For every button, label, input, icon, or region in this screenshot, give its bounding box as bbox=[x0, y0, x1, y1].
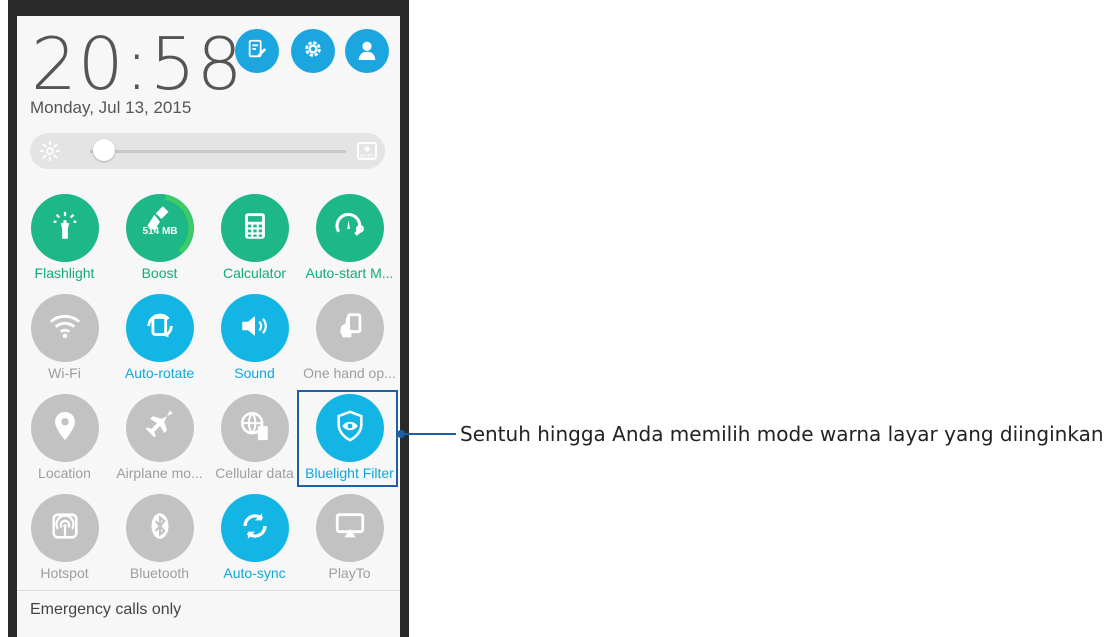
autosync-label: Auto-sync bbox=[223, 565, 286, 581]
tile-calculator[interactable]: Calculator bbox=[207, 194, 302, 294]
location-label: Location bbox=[38, 465, 91, 481]
tile-hotspot[interactable]: Hotspot bbox=[17, 494, 112, 594]
user-avatar-icon bbox=[356, 38, 378, 65]
edit-button[interactable] bbox=[235, 29, 279, 73]
brightness-bar: AUTO bbox=[30, 133, 385, 169]
sound-toggle-button[interactable] bbox=[221, 294, 289, 362]
onehand-toggle-button[interactable] bbox=[316, 294, 384, 362]
airplane-toggle-button[interactable] bbox=[126, 394, 194, 462]
tile-airplane[interactable]: Airplane mo... bbox=[112, 394, 207, 494]
edit-note-icon bbox=[246, 38, 268, 65]
tile-onehand[interactable]: One hand op... bbox=[302, 294, 397, 394]
callout-line bbox=[400, 433, 456, 435]
brightness-sun-icon bbox=[38, 139, 62, 163]
calculator-label: Calculator bbox=[222, 265, 287, 281]
cellular-label: Cellular data bbox=[215, 465, 294, 481]
wifi-icon bbox=[48, 309, 82, 348]
tile-boost[interactable]: 514 MB Boost bbox=[112, 194, 207, 294]
tile-bluetooth[interactable]: Bluetooth bbox=[112, 494, 207, 594]
emergency-status: Emergency calls only bbox=[30, 601, 182, 618]
wifi-toggle-button[interactable] bbox=[31, 294, 99, 362]
playto-toggle-button[interactable] bbox=[316, 494, 384, 562]
one-hand-icon bbox=[333, 309, 367, 348]
tile-flashlight[interactable]: Flashlight bbox=[17, 194, 112, 294]
autorotate-label: Auto-rotate bbox=[124, 365, 195, 381]
boost-memory-badge: 514 MB bbox=[142, 226, 178, 237]
callout-text: Sentuh hingga Anda memilih mode warna la… bbox=[460, 422, 1104, 446]
tile-location[interactable]: Location bbox=[17, 394, 112, 494]
globe-phone-icon bbox=[238, 409, 272, 448]
flashlight-toggle-button[interactable] bbox=[31, 194, 99, 262]
cellular-toggle-button[interactable] bbox=[221, 394, 289, 462]
bluetooth-toggle-button[interactable] bbox=[126, 494, 194, 562]
bluetooth-label: Bluetooth bbox=[129, 565, 190, 581]
autosync-toggle-button[interactable] bbox=[221, 494, 289, 562]
sync-icon bbox=[238, 509, 272, 548]
onehand-label: One hand op... bbox=[303, 365, 396, 381]
hotspot-icon bbox=[48, 509, 82, 548]
gear-icon bbox=[302, 38, 324, 65]
tile-autosync[interactable]: Auto-sync bbox=[207, 494, 302, 594]
rotate-icon bbox=[143, 309, 177, 348]
bluelight-highlight-box bbox=[297, 390, 398, 487]
tile-autostart[interactable]: Auto-start M... bbox=[302, 194, 397, 294]
wifi-label: Wi-Fi bbox=[48, 365, 81, 381]
location-pin-icon bbox=[48, 409, 82, 448]
clock: 20:58 bbox=[31, 22, 244, 106]
hotspot-label: Hotspot bbox=[40, 565, 89, 581]
hotspot-toggle-button[interactable] bbox=[31, 494, 99, 562]
tile-cellular[interactable]: Cellular data bbox=[207, 394, 302, 494]
tile-sound[interactable]: Sound bbox=[207, 294, 302, 394]
airplane-label: Airplane mo... bbox=[116, 465, 203, 481]
auto-brightness-button[interactable]: AUTO bbox=[355, 139, 379, 163]
cast-icon bbox=[333, 509, 367, 548]
boost-label: Boost bbox=[141, 265, 178, 281]
location-toggle-button[interactable] bbox=[31, 394, 99, 462]
tile-playto[interactable]: PlayTo bbox=[302, 494, 397, 594]
playto-label: PlayTo bbox=[328, 565, 371, 581]
tile-wifi[interactable]: Wi-Fi bbox=[17, 294, 112, 394]
flashlight-icon bbox=[48, 209, 82, 248]
speaker-icon bbox=[238, 309, 272, 348]
settings-button[interactable] bbox=[291, 29, 335, 73]
bluetooth-icon bbox=[143, 509, 177, 548]
user-profile-button[interactable] bbox=[345, 29, 389, 73]
brightness-thumb[interactable] bbox=[93, 139, 116, 161]
brightness-slider[interactable] bbox=[90, 150, 346, 153]
sound-label: Sound bbox=[234, 365, 275, 381]
autostart-label: Auto-start M... bbox=[305, 265, 394, 281]
airplane-icon bbox=[143, 409, 177, 448]
date: Monday, Jul 13, 2015 bbox=[30, 98, 192, 117]
tile-autorotate[interactable]: Auto-rotate bbox=[112, 294, 207, 394]
footer-divider bbox=[17, 590, 400, 591]
autorotate-toggle-button[interactable] bbox=[126, 294, 194, 362]
gauge-wrench-icon bbox=[333, 209, 367, 248]
calculator-toggle-button[interactable] bbox=[221, 194, 289, 262]
flashlight-label: Flashlight bbox=[34, 265, 95, 281]
autostart-toggle-button[interactable] bbox=[316, 194, 384, 262]
callout-dot bbox=[397, 430, 405, 438]
calculator-icon bbox=[238, 209, 272, 248]
svg-text:AUTO: AUTO bbox=[360, 154, 374, 160]
